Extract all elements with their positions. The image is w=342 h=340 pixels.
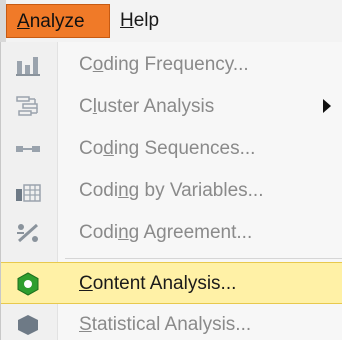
menu-item-label: Cluster Analysis [79, 96, 215, 117]
menu-item-coding-frequency[interactable]: Coding Frequency... [1, 44, 342, 86]
menu-analyze[interactable]: Analyze [6, 4, 110, 38]
menu-item-label: Coding Frequency... [79, 54, 249, 75]
agreement-icon [15, 221, 41, 245]
bar-chart-icon [15, 53, 41, 77]
menu-item-content-analysis[interactable]: Content Analysis... [1, 262, 342, 304]
menu-item-coding-sequences[interactable]: Coding Sequences... [1, 128, 342, 170]
menu-item-label: Coding Agreement... [79, 222, 253, 243]
menu-item-label: Statistical Analysis... [79, 314, 252, 335]
menu-item-label: Content Analysis... [79, 273, 237, 294]
menu-analyze-post: nalyze [29, 11, 85, 32]
menu-separator [65, 258, 342, 259]
menu-help-accel: H [120, 10, 134, 31]
content-analysis-icon [15, 272, 41, 296]
menu-help-post: elp [133, 10, 160, 31]
menu-item-coding-agreement[interactable]: Coding Agreement... [1, 212, 342, 254]
table-variables-icon [15, 179, 41, 203]
menu-bar: Analyze Help [0, 0, 342, 43]
cluster-tree-icon [15, 95, 41, 119]
menu-help[interactable]: Help [110, 4, 180, 38]
submenu-arrow-icon [323, 99, 331, 113]
menu-item-cluster-analysis[interactable]: Cluster Analysis [1, 86, 342, 128]
menu-item-label: Coding Sequences... [79, 138, 256, 159]
screen: Analyze Help Coding Frequency... Cluster… [0, 0, 342, 340]
menu-item-label: Coding by Variables... [79, 180, 264, 201]
sequence-icon [15, 137, 41, 161]
menu-item-statistical-analysis[interactable]: Statistical Analysis... [1, 304, 342, 340]
menu-item-coding-by-variables[interactable]: Coding by Variables... [1, 170, 342, 212]
analyze-dropdown-menu: Coding Frequency... Cluster Analysis Cod… [0, 42, 342, 340]
menu-analyze-accel: A [17, 11, 30, 32]
statistics-icon [15, 313, 41, 337]
